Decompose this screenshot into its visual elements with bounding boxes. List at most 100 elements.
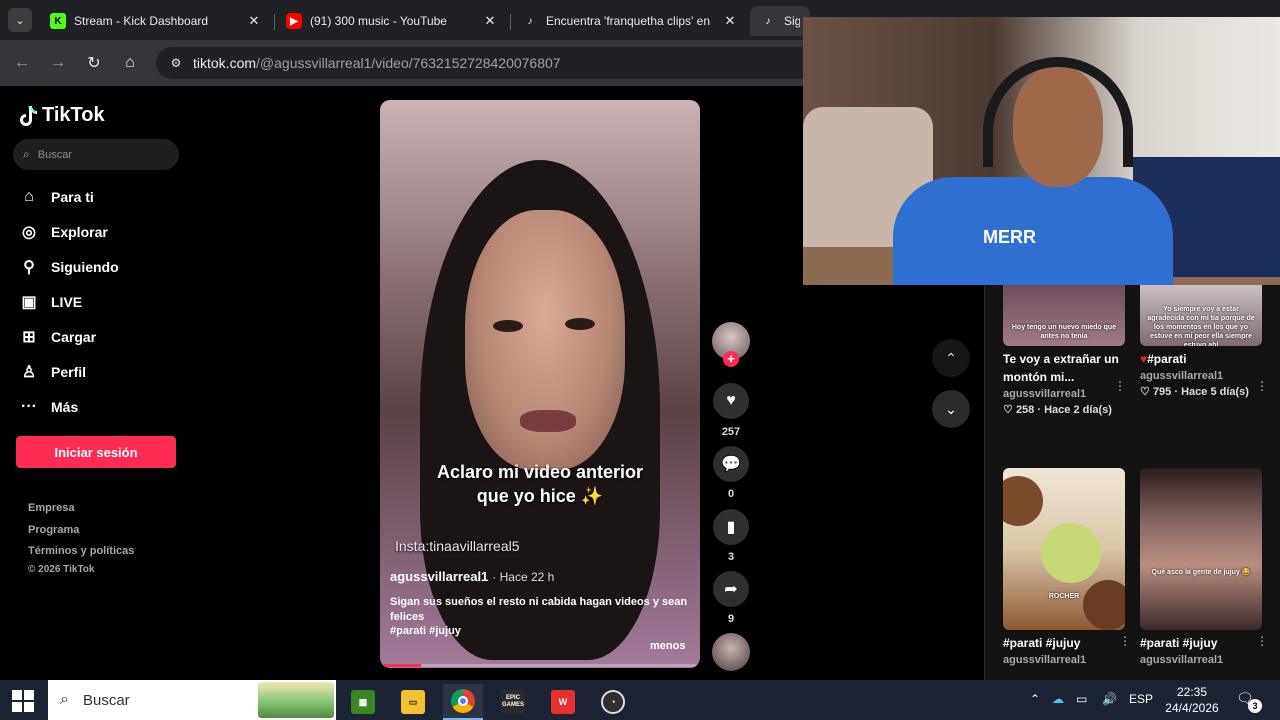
card-author[interactable]: agussvillarreal1 bbox=[1003, 654, 1125, 666]
minecraft-icon: ▦ bbox=[351, 690, 375, 714]
tiktok-logo-text: TikTok bbox=[42, 104, 105, 126]
search-icon: ⌕ bbox=[60, 691, 69, 708]
taskbar-app-obs[interactable]: ◔ bbox=[593, 684, 633, 720]
card-author[interactable]: agussvillarreal1 bbox=[1140, 370, 1262, 382]
nav-explorar[interactable]: ◎ Explorar bbox=[18, 219, 108, 245]
notification-center[interactable]: 🗨 3 bbox=[1236, 690, 1262, 713]
back-arrow-icon[interactable]: ← bbox=[10, 51, 34, 75]
comment-icon: 💬 bbox=[721, 456, 741, 473]
save-button[interactable]: ▮ bbox=[713, 509, 749, 545]
music-disc-avatar[interactable] bbox=[712, 633, 750, 671]
windows-logo-tile bbox=[24, 702, 34, 712]
video-thumbnail[interactable]: Qué asco la gente de jujuy 😂 bbox=[1140, 468, 1262, 630]
card-author[interactable]: agussvillarreal1 bbox=[1140, 654, 1262, 666]
address-bar[interactable]: ⚙ tiktok.com/@agussvillarreal1/video/763… bbox=[156, 47, 816, 79]
nav-live[interactable]: ▣ LIVE bbox=[18, 289, 82, 315]
volume-icon[interactable]: 🔊 bbox=[1102, 692, 1117, 706]
video-thumbnail[interactable]: Hoy tengo un nuevo miedo que antes no te… bbox=[1003, 285, 1125, 346]
more-options-icon[interactable]: ⋮ bbox=[1256, 634, 1268, 648]
network-icon[interactable]: ▭ bbox=[1076, 692, 1087, 706]
card-title[interactable]: ♥#parati bbox=[1140, 350, 1262, 368]
nav-siguiendo[interactable]: ⚲ Siguiendo bbox=[18, 254, 119, 280]
less-button[interactable]: menos bbox=[650, 640, 685, 652]
card-title[interactable]: Te voy a extrañar un montón mi... bbox=[1003, 350, 1125, 386]
search-input[interactable] bbox=[37, 148, 158, 161]
related-video-card[interactable]: Qué asco la gente de jujuy 😂 #parati #ju… bbox=[1140, 468, 1268, 666]
nav-perfil[interactable]: ♙ Perfil bbox=[18, 359, 86, 385]
close-icon[interactable]: ✕ bbox=[482, 13, 498, 29]
related-video-card[interactable]: Hoy tengo un nuevo miedo que antes no te… bbox=[1003, 285, 1125, 416]
nav-label: Para ti bbox=[51, 189, 94, 205]
footer-link-programa[interactable]: Programa bbox=[28, 524, 79, 536]
heart-outline-icon: ♡ bbox=[1140, 386, 1150, 398]
live-icon: ▣ bbox=[21, 294, 37, 311]
search-box[interactable]: ⌕ bbox=[13, 139, 179, 170]
chrome-icon bbox=[451, 689, 475, 713]
nav-cargar[interactable]: ⊞ Cargar bbox=[18, 324, 96, 350]
taskbar-app-wps[interactable]: W bbox=[543, 684, 583, 720]
video-thumbnail[interactable]: ROCHER bbox=[1003, 468, 1125, 630]
related-video-card[interactable]: Yo siempre voy a estar agradecida con mi… bbox=[1140, 285, 1268, 398]
video-frame-face bbox=[465, 210, 625, 470]
tab-search-button[interactable]: ⌄ bbox=[8, 8, 32, 32]
taskbar-app-chrome[interactable] bbox=[443, 684, 483, 720]
taskbar-search[interactable]: ⌕ Buscar bbox=[48, 680, 336, 720]
video-author[interactable]: agussvillarreal1 · Hace 22 h bbox=[390, 569, 554, 584]
site-settings-icon[interactable]: ⚙ bbox=[168, 55, 184, 71]
tab-tiktok-search[interactable]: ♪ Encuentra 'franquetha clips' en ✕ bbox=[512, 6, 748, 36]
video-player[interactable]: Aclaro mi video anterior que yo hice ✨ I… bbox=[380, 100, 700, 668]
more-options-icon[interactable]: ⋮ bbox=[1256, 379, 1268, 393]
video-progress-bar[interactable] bbox=[384, 664, 696, 667]
video-caption-overlay: Aclaro mi video anterior que yo hice ✨ bbox=[380, 460, 700, 508]
close-icon[interactable]: ✕ bbox=[246, 13, 262, 29]
thumbnail-text: Hoy tengo un nuevo miedo que antes no te… bbox=[1011, 324, 1117, 340]
login-button[interactable]: Iniciar sesión bbox=[16, 436, 176, 468]
windows-start-button[interactable] bbox=[12, 690, 34, 712]
video-thumbnail[interactable]: Yo siempre voy a estar agradecida con mi… bbox=[1140, 285, 1262, 346]
more-options-icon[interactable]: ⋮ bbox=[1119, 634, 1131, 648]
video-frame-eye bbox=[565, 318, 595, 330]
reload-icon[interactable]: ↻ bbox=[82, 51, 106, 75]
footer-link-terminos[interactable]: Términos y políticas bbox=[28, 545, 134, 557]
comment-button[interactable]: 💬 bbox=[713, 446, 749, 482]
tiktok-logo-icon bbox=[20, 105, 37, 126]
home-icon: ⌂ bbox=[24, 188, 34, 205]
comment-count: 0 bbox=[727, 488, 735, 500]
next-video-button[interactable]: ⌄ bbox=[932, 390, 970, 428]
more-options-icon[interactable]: ⋮ bbox=[1114, 379, 1126, 393]
close-icon[interactable]: ✕ bbox=[722, 13, 738, 29]
taskbar-app-epic-games[interactable]: EPIC GAMES bbox=[493, 684, 533, 720]
card-title[interactable]: #parati #jujuy bbox=[1003, 634, 1125, 652]
tab-kick[interactable]: K Stream - Kick Dashboard ✕ bbox=[40, 6, 272, 36]
forward-arrow-icon[interactable]: → bbox=[46, 51, 70, 75]
card-author[interactable]: agussvillarreal1 bbox=[1003, 388, 1125, 400]
follow-plus-icon[interactable]: + bbox=[723, 351, 739, 367]
windows-logo-tile bbox=[12, 702, 22, 712]
taskbar-app-file-explorer[interactable]: ▭ bbox=[393, 684, 433, 720]
like-button[interactable]: ♥ bbox=[713, 383, 749, 419]
chrome-icon-center bbox=[458, 696, 468, 706]
tab-tiktok-video[interactable]: ♪ Siga bbox=[750, 6, 810, 36]
tiktok-logo[interactable]: TikTok bbox=[18, 104, 105, 127]
related-video-card[interactable]: ROCHER #parati #jujuy agussvillarreal1 ⋮ bbox=[1003, 468, 1131, 666]
tab-youtube[interactable]: ▶ (91) 300 music - YouTube ✕ bbox=[276, 6, 508, 36]
taskbar-clock[interactable]: 22:35 24/4/2026 bbox=[1162, 684, 1222, 716]
author-name[interactable]: agussvillarreal1 bbox=[390, 569, 488, 584]
windows-logo-tile bbox=[12, 690, 22, 700]
nav-mas[interactable]: ··· Más bbox=[18, 394, 78, 420]
notification-badge: 3 bbox=[1248, 699, 1262, 713]
previous-video-button[interactable]: ⌃ bbox=[932, 339, 970, 377]
card-title[interactable]: #parati #jujuy bbox=[1140, 634, 1262, 652]
card-stats: ♡ 258 · Hace 2 día(s) bbox=[1003, 403, 1125, 416]
footer-link-empresa[interactable]: Empresa bbox=[28, 502, 74, 514]
chevron-up-icon[interactable]: ⌃ bbox=[1030, 692, 1040, 706]
card-title-text: #parati bbox=[1147, 352, 1187, 366]
url-text[interactable]: tiktok.com/@agussvillarreal1/video/76321… bbox=[193, 55, 561, 71]
onedrive-icon[interactable]: ☁ bbox=[1052, 692, 1064, 706]
language-indicator[interactable]: ESP bbox=[1129, 692, 1153, 706]
taskbar-app-minecraft[interactable]: ▦ bbox=[343, 684, 383, 720]
home-icon[interactable]: ⌂ bbox=[118, 51, 142, 75]
video-hashtags[interactable]: #parati #jujuy bbox=[390, 625, 461, 637]
nav-para-ti[interactable]: ⌂ Para ti bbox=[18, 184, 94, 210]
share-button[interactable]: ➦ bbox=[713, 571, 749, 607]
